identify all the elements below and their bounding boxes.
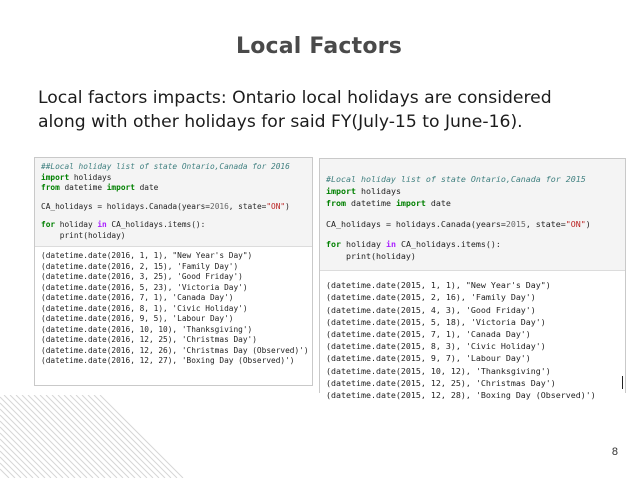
- output-line: (datetime.date(2016, 1, 1), "New Year's …: [41, 251, 253, 260]
- keyword: for: [41, 220, 56, 229]
- output-line: (datetime.date(2016, 9, 5), 'Labour Day'…: [41, 314, 234, 323]
- code-text: ): [285, 201, 290, 211]
- code-text: CA_holidays = holidays.Canada(years=: [41, 201, 210, 211]
- output-line: (datetime.date(2015, 1, 1), "New Year's …: [326, 280, 551, 291]
- slide-title: Local Factors: [235, 34, 403, 59]
- code-for-line: for holiday in CA_holidays.items():: [326, 238, 619, 250]
- code-text: datetime: [59, 183, 107, 192]
- slide-body-text: Local factors impacts: Ontario local hol…: [38, 88, 552, 132]
- code-text: date: [134, 183, 159, 192]
- code-text: holiday: [341, 238, 386, 249]
- code-text: holiday: [55, 220, 98, 229]
- code-text: holidays: [69, 172, 112, 182]
- code-text: , state=: [228, 201, 267, 211]
- code-screenshot-2016: ##Local holiday list of state Ontario,Ca…: [34, 157, 313, 386]
- keyword: import: [395, 198, 426, 209]
- output-line: (datetime.date(2016, 3, 25), 'Good Frida…: [41, 272, 243, 281]
- output-line: (datetime.date(2015, 4, 3), 'Good Friday…: [326, 304, 536, 315]
- code-text: date: [425, 198, 451, 209]
- keyword: import: [106, 183, 135, 192]
- output-line: (datetime.date(2016, 12, 26), 'Christmas…: [41, 345, 309, 355]
- output-line: (datetime.date(2016, 10, 10), 'Thanksgiv…: [41, 324, 253, 334]
- code-import-line: import holidays: [326, 185, 619, 197]
- code-text: holidays: [355, 186, 401, 197]
- code-input-cell: #Local holiday list of state Ontario,Can…: [320, 159, 625, 272]
- code-screenshot-2015: #Local holiday list of state Ontario,Can…: [319, 158, 626, 406]
- output-line: (datetime.date(2016, 12, 27), 'Boxing Da…: [41, 356, 295, 365]
- code-from-line: from datetime import date: [41, 183, 306, 194]
- output-line: (datetime.date(2015, 5, 18), 'Victoria D…: [326, 316, 546, 327]
- output-line: (datetime.date(2015, 12, 28), 'Boxing Da…: [326, 390, 596, 401]
- code-assign-line: CA_holidays = holidays.Canada(years=2015…: [326, 218, 619, 230]
- keyword: from: [41, 183, 60, 192]
- output-line: (datetime.date(2016, 12, 25), 'Christmas…: [41, 335, 257, 344]
- code-comment: ##Local holiday list of state Ontario,Ca…: [41, 162, 290, 171]
- output-line: (datetime.date(2015, 10, 12), 'Thanksgiv…: [326, 365, 551, 376]
- output-line: (datetime.date(2016, 7, 1), 'Canada Day'…: [41, 293, 234, 302]
- code-output-cell: (datetime.date(2016, 1, 1), "New Year's …: [35, 247, 312, 371]
- code-assign-line: CA_holidays = holidays.Canada(years=2016…: [41, 202, 306, 213]
- code-from-line: from datetime import date: [326, 197, 619, 209]
- code-import-line: import holidays: [41, 173, 306, 184]
- keyword: from: [326, 198, 346, 209]
- output-line: (datetime.date(2015, 8, 3), 'Civic Holid…: [326, 341, 546, 352]
- code-print-line: print(holiday): [41, 230, 126, 240]
- code-text: CA_holidays.items():: [395, 238, 501, 249]
- keyword: import: [326, 186, 356, 197]
- code-string: "ON": [565, 218, 586, 229]
- keyword: in: [385, 238, 396, 249]
- code-text: datetime: [345, 198, 396, 209]
- code-number: 2015: [505, 218, 526, 229]
- code-string: "ON": [266, 201, 286, 211]
- code-output-cell: (datetime.date(2015, 1, 1), "New Year's …: [320, 271, 625, 406]
- keyword: import: [41, 172, 70, 182]
- code-text: , state=: [525, 218, 566, 229]
- text-cursor: [622, 376, 623, 389]
- output-line: (datetime.date(2016, 5, 23), 'Victoria D…: [41, 282, 248, 292]
- code-text: ): [585, 218, 591, 229]
- diagonal-lines-pattern-icon: [0, 395, 184, 478]
- code-text: CA_holidays = holidays.Canada(years=: [326, 218, 506, 229]
- code-text: CA_holidays.items():: [106, 220, 206, 229]
- output-line: (datetime.date(2016, 8, 1), 'Civic Holid…: [41, 303, 248, 313]
- output-line: (datetime.date(2015, 7, 1), 'Canada Day'…: [326, 329, 531, 340]
- code-comment: #Local holiday list of state Ontario,Can…: [326, 174, 586, 184]
- code-for-line: for holiday in CA_holidays.items():: [41, 220, 306, 231]
- output-line: (datetime.date(2015, 9, 7), 'Labour Day'…: [326, 353, 531, 364]
- code-print-line: print(holiday): [326, 251, 416, 262]
- output-line: (datetime.date(2015, 12, 25), 'Christmas…: [326, 377, 556, 388]
- output-line: (datetime.date(2015, 2, 16), 'Family Day…: [326, 292, 536, 303]
- keyword: in: [97, 220, 107, 229]
- keyword: for: [326, 238, 341, 249]
- output-line: (datetime.date(2016, 2, 15), 'Family Day…: [41, 261, 239, 271]
- page-number: 8: [611, 446, 618, 458]
- code-input-cell: ##Local holiday list of state Ontario,Ca…: [35, 158, 312, 247]
- code-number: 2016: [210, 201, 229, 211]
